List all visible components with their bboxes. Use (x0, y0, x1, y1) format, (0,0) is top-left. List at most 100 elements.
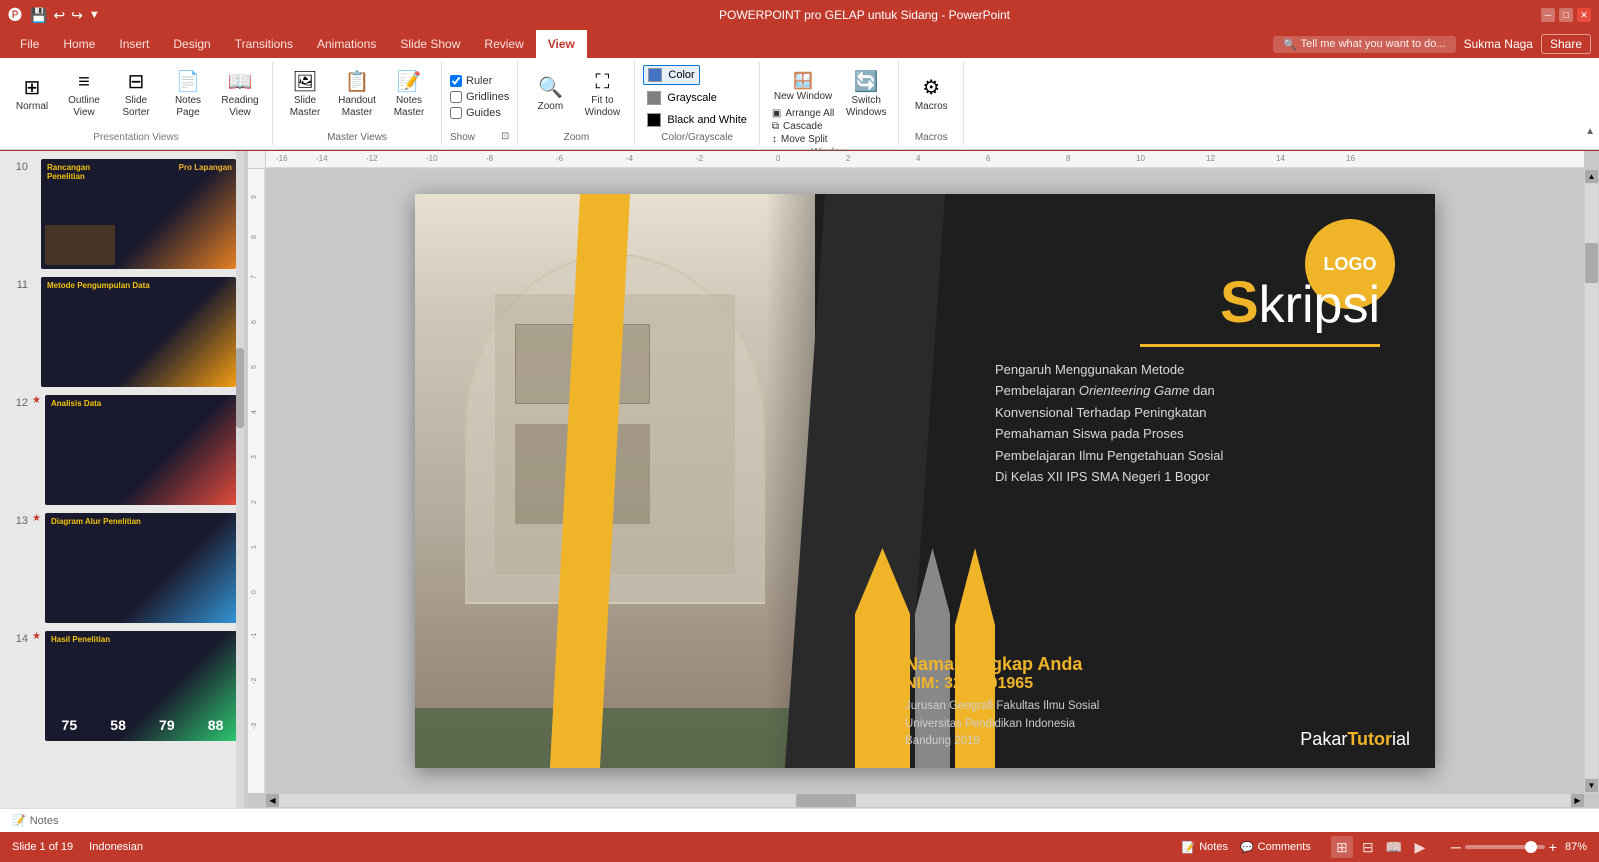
btn-notes-master[interactable]: 📝 NotesMaster (385, 64, 433, 126)
notes-bar: 📝 Notes (0, 808, 1599, 832)
panel-scrollbar[interactable] (236, 151, 244, 808)
btn-normal[interactable]: ⊞ Normal (8, 64, 56, 126)
btn-handout-master[interactable]: 📋 HandoutMaster (333, 64, 381, 126)
btn-slide-master[interactable]: 🖼 SlideMaster (281, 64, 329, 126)
h-scroll-thumb[interactable] (796, 794, 856, 807)
btn-macros[interactable]: ⚙ Macros (907, 64, 955, 126)
svg-text:14: 14 (1276, 154, 1285, 163)
tab-slideshow[interactable]: Slide Show (388, 30, 472, 58)
checkbox-gridlines[interactable]: Gridlines (450, 91, 509, 103)
panel-scroll-thumb[interactable] (236, 348, 244, 428)
zoom-level[interactable]: 87% (1565, 841, 1587, 853)
title-underline (1140, 344, 1380, 347)
tab-insert[interactable]: Insert (107, 30, 161, 58)
slide-item-10[interactable]: 10 RancanganPenelitian Pro Lapangan (0, 155, 244, 273)
btn-slide-sorter[interactable]: ⊟ SlideSorter (112, 64, 160, 126)
slide-item-13[interactable]: 13 ★ Diagram Alur Penelitian (0, 509, 244, 627)
ribbon-expand[interactable]: ▲ (1581, 62, 1599, 145)
slide-thumb-14[interactable]: Hasil Penelitian 75 58 79 88 (45, 631, 240, 741)
tell-me-input[interactable]: Tell me what you want to do... (1301, 38, 1446, 50)
share-button[interactable]: Share (1541, 34, 1591, 54)
svg-text:-2: -2 (696, 154, 704, 163)
ruler-corner (248, 151, 266, 169)
group-pv-label: Presentation Views (93, 130, 178, 143)
svg-text:-8: -8 (486, 154, 494, 163)
zoom-minus[interactable]: ─ (1451, 839, 1461, 855)
checkbox-ruler[interactable]: Ruler (450, 75, 492, 87)
slide-item-12[interactable]: 12 ★ Analisis Data (0, 391, 244, 509)
status-slide-sorter[interactable]: ⊟ (1357, 836, 1379, 858)
comments-label-status[interactable]: Comments (1258, 841, 1311, 853)
tab-view[interactable]: View (536, 30, 587, 58)
tab-transitions[interactable]: Transitions (223, 30, 305, 58)
name-box: Nama Lengkap Anda NIM: 3201401965 (905, 654, 1082, 693)
slide-thumb-13[interactable]: Diagram Alur Penelitian (45, 513, 240, 623)
maximize-btn[interactable]: □ (1559, 8, 1573, 22)
group-macros-label: Macros (915, 130, 948, 143)
btn-zoom[interactable]: 🔍 Zoom (526, 64, 574, 126)
qa-customize[interactable]: ▼ (87, 7, 102, 23)
color-option-color[interactable]: Color (643, 65, 699, 85)
btn-notes-page[interactable]: 📄 NotesPage (164, 64, 212, 126)
btn-arrange-all[interactable]: ▣ Arrange All (772, 108, 838, 119)
tab-review[interactable]: Review (472, 30, 535, 58)
svg-text:10: 10 (1136, 154, 1145, 163)
btn-fit-to-window[interactable]: ⛶ Fit toWindow (578, 64, 626, 126)
v-scroll-thumb[interactable] (1585, 243, 1598, 283)
presentation-views-btns: ⊞ Normal ≡ OutlineView ⊟ SlideSorter 📄 N… (8, 64, 264, 130)
svg-text:0: 0 (251, 590, 258, 594)
btn-switch-windows[interactable]: 🔄 SwitchWindows (842, 64, 890, 126)
h-scroll-track[interactable] (279, 794, 1571, 807)
zoom-slider[interactable] (1465, 845, 1545, 849)
close-btn[interactable]: ✕ (1577, 8, 1591, 22)
gridlines-checkbox[interactable] (450, 91, 462, 103)
qa-redo[interactable]: ↪ (69, 5, 85, 26)
zoom-plus[interactable]: + (1549, 839, 1557, 855)
status-normal-view[interactable]: ⊞ (1331, 836, 1353, 858)
slide-num-14: 14 (8, 631, 28, 645)
status-reading-view[interactable]: 📖 (1383, 836, 1405, 858)
guides-checkbox[interactable] (450, 107, 462, 119)
ribbon: File Home Insert Design Transitions Anim… (0, 30, 1599, 151)
status-slideshow[interactable]: ▶ (1409, 836, 1431, 858)
slide-display[interactable]: LOGO S kripsi Pengaruh Menggunakan Metod… (266, 169, 1584, 793)
zoom-slider-thumb[interactable] (1525, 841, 1537, 853)
checkbox-guides[interactable]: Guides (450, 107, 501, 119)
btn-cascade[interactable]: ⧉ Cascade (772, 121, 838, 132)
slide-thumb-11[interactable]: Metode Pengumpulan Data (41, 277, 236, 387)
slide-thumb-10[interactable]: RancanganPenelitian Pro Lapangan (41, 159, 236, 269)
tab-animations[interactable]: Animations (305, 30, 388, 58)
notes-bar-label[interactable]: Notes (30, 815, 59, 827)
tab-design[interactable]: Design (161, 30, 222, 58)
tab-file[interactable]: File (8, 30, 51, 58)
qa-save[interactable]: 💾 (28, 5, 49, 26)
macros-label: Macros (915, 101, 948, 113)
tell-me-bar[interactable]: 🔍 Tell me what you want to do... (1273, 36, 1456, 53)
v-scroll-down[interactable]: ▼ (1585, 779, 1598, 792)
notes-label-status[interactable]: Notes (1199, 841, 1228, 853)
h-scrollbar[interactable]: ◀ ▶ (266, 793, 1584, 808)
btn-outline-view[interactable]: ≡ OutlineView (60, 64, 108, 126)
h-scroll-right[interactable]: ▶ (1571, 794, 1584, 807)
v-scrollbar[interactable]: ▲ ▼ (1584, 169, 1599, 793)
color-option-grayscale[interactable]: Grayscale (643, 89, 721, 107)
h-scroll-left[interactable]: ◀ (266, 794, 279, 807)
btn-reading-view[interactable]: 📖 ReadingView (216, 64, 264, 126)
color-option-bw[interactable]: Black and White (643, 111, 750, 129)
show-expand[interactable]: ⊡ (501, 131, 509, 142)
btn-new-window[interactable]: 🪟 New Window (768, 68, 838, 105)
tab-home[interactable]: Home (51, 30, 107, 58)
show-checkboxes: Ruler Gridlines Guides (450, 64, 509, 130)
slide-item-11[interactable]: 11 Metode Pengumpulan Data (0, 273, 244, 391)
slide-item-14[interactable]: 14 ★ Hasil Penelitian 75 58 79 88 (0, 627, 244, 745)
v-scroll-track[interactable] (1585, 184, 1598, 778)
ruler-checkbox[interactable] (450, 75, 462, 87)
ruler-row: -16 -14 -12 -10 -8 -6 -4 -2 0 2 4 6 8 10… (248, 151, 1599, 169)
v-scroll-up[interactable]: ▲ (1585, 170, 1598, 183)
btn-move-split[interactable]: ↕ Move Split (772, 134, 838, 145)
minimize-btn[interactable]: ─ (1541, 8, 1555, 22)
svg-text:8: 8 (251, 235, 258, 239)
slide-thumb-12[interactable]: Analisis Data (45, 395, 240, 505)
comments-icon-status: 💬 (1240, 841, 1254, 854)
qa-undo[interactable]: ↩ (51, 5, 67, 26)
